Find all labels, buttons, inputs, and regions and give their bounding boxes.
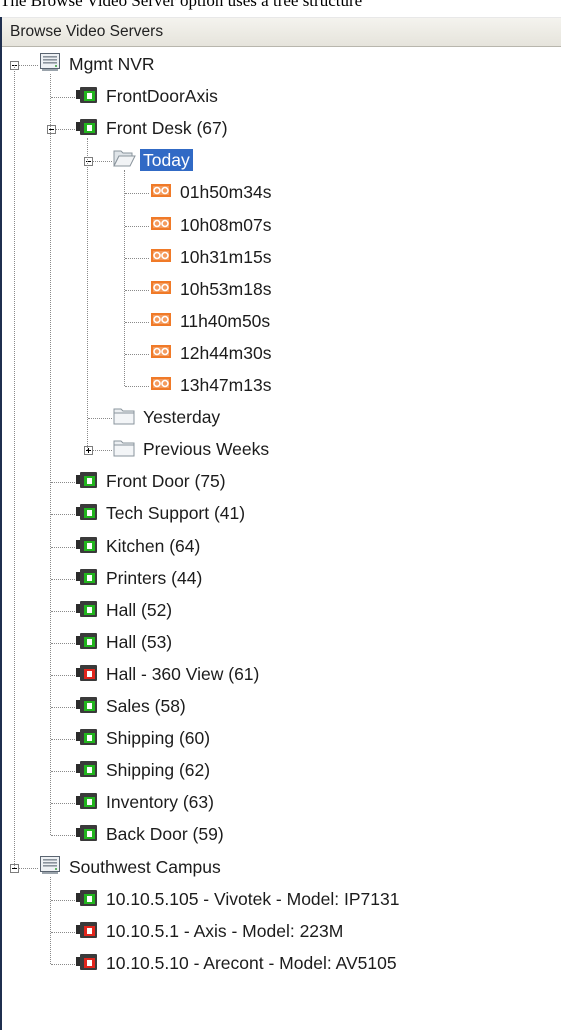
tree-connector [50,771,75,773]
tree-node-label[interactable]: Today [140,149,193,172]
collapse-icon[interactable] [46,125,56,135]
panel-header: Browse Video Servers [2,17,561,47]
camera-green-icon [75,692,99,721]
clip-icon [149,339,173,368]
camera-green-icon [75,885,99,914]
camera-green-icon [75,756,99,785]
clip-icon [149,211,173,240]
camera-green-icon [75,788,99,817]
tree-connector [50,482,75,484]
tree-connector [50,931,75,933]
tree-connector [124,225,149,227]
tree-connector [124,193,149,195]
tree-node-label[interactable]: Yesterday [140,406,223,428]
camera-red-icon [75,660,99,689]
tree-root-line [13,65,15,868]
camera-green-icon [75,564,99,593]
tree-node-label[interactable]: Front Desk (67) [103,117,231,139]
clip-icon [149,275,173,304]
tree-node-label[interactable]: Shipping (62) [103,759,213,781]
folder-icon [112,403,136,432]
camera-green-icon [75,596,99,625]
tree-connector [124,289,149,291]
camera-green-icon [75,628,99,657]
tree-node-label[interactable]: Shipping (60) [103,727,213,749]
tree-node-label[interactable]: 10.10.5.1 - Axis - Model: 223M [103,920,346,942]
tree-node-label[interactable]: Hall - 360 View (61) [103,663,262,685]
camera-red-icon [75,949,99,978]
caption-text: The Browse Video Server option uses a tr… [0,0,363,10]
tree-connector [50,739,75,741]
tree-node-label[interactable]: Inventory (63) [103,791,217,813]
tree-branch-line [50,876,51,964]
browse-video-servers-panel: Browse Video Servers Mgmt NVR FrontDoorAx… [0,17,561,1030]
tree-connector [50,963,75,965]
tree-connector [50,835,75,837]
tree-node-label[interactable]: 12h44m30s [177,342,274,364]
camera-red-icon [75,917,99,946]
tree-node-label[interactable]: 10.10.5.105 - Vivotek - Model: IP7131 [103,888,402,910]
camera-green-icon [75,499,99,528]
tree-node-label[interactable]: 10h53m18s [177,278,274,300]
clip-icon [149,178,173,207]
collapse-icon[interactable] [83,157,93,167]
tree-connector [50,610,75,612]
tree-connector [124,353,149,355]
clip-icon [149,243,173,272]
tree-node-label[interactable]: Back Door (59) [103,823,227,845]
tree-connector [124,257,149,259]
tree-node-label[interactable]: Kitchen (64) [103,535,203,557]
tree-connector [124,386,149,387]
tree-branch-line [50,74,51,836]
tree-branch-line [124,170,125,386]
camera-green-icon [75,820,99,849]
panel-title: Browse Video Servers [10,23,164,40]
tree-node-label[interactable]: FrontDoorAxis [103,85,221,107]
tree-connector [50,899,75,901]
tree-connector [50,707,75,708]
clip-icon [149,371,173,400]
tree-connector [87,418,112,420]
tree-node-label[interactable]: 13h47m13s [177,374,274,396]
tree-node-label[interactable]: Tech Support (41) [103,502,248,524]
tree-node-label[interactable]: Mgmt NVR [66,53,158,75]
tree-connector [50,97,75,99]
tree-node-label[interactable]: 10h31m15s [177,246,274,268]
camera-green-icon [75,532,99,561]
server-tree[interactable]: Mgmt NVR FrontDoorAxis Front Desk (67) Toda… [2,47,561,1030]
expand-icon[interactable] [83,446,93,456]
tree-connector [50,514,75,516]
camera-green-icon [75,467,99,496]
tree-node-label[interactable]: Hall (53) [103,631,175,653]
tree-branch-line [87,138,88,451]
tree-connector [124,321,149,323]
tree-connector [50,642,75,644]
tree-node-label[interactable]: Printers (44) [103,567,205,589]
tree-connector [50,578,75,580]
camera-green-icon [75,82,99,111]
tree-connector [50,546,75,548]
tree-node-label[interactable]: 11h40m50s [177,310,273,332]
tree-node-label[interactable]: Front Door (75) [103,470,229,492]
tree-connector [50,803,75,805]
tree-node-label[interactable]: 10.10.5.10 - Arecont - Model: AV5105 [103,952,400,974]
tree-node-label[interactable]: Previous Weeks [140,438,272,460]
folder-icon [112,435,136,464]
tree-connector [50,674,75,676]
clip-icon [149,307,173,336]
tree-node-label[interactable]: Southwest Campus [66,856,224,878]
tree-node-label[interactable]: Hall (52) [103,599,175,621]
tree-node-label[interactable]: 10h08m07s [177,214,274,236]
camera-green-icon [75,724,99,753]
tree-node-label[interactable]: 01h50m34s [177,181,274,203]
tree-node-label[interactable]: Sales (58) [103,695,189,717]
